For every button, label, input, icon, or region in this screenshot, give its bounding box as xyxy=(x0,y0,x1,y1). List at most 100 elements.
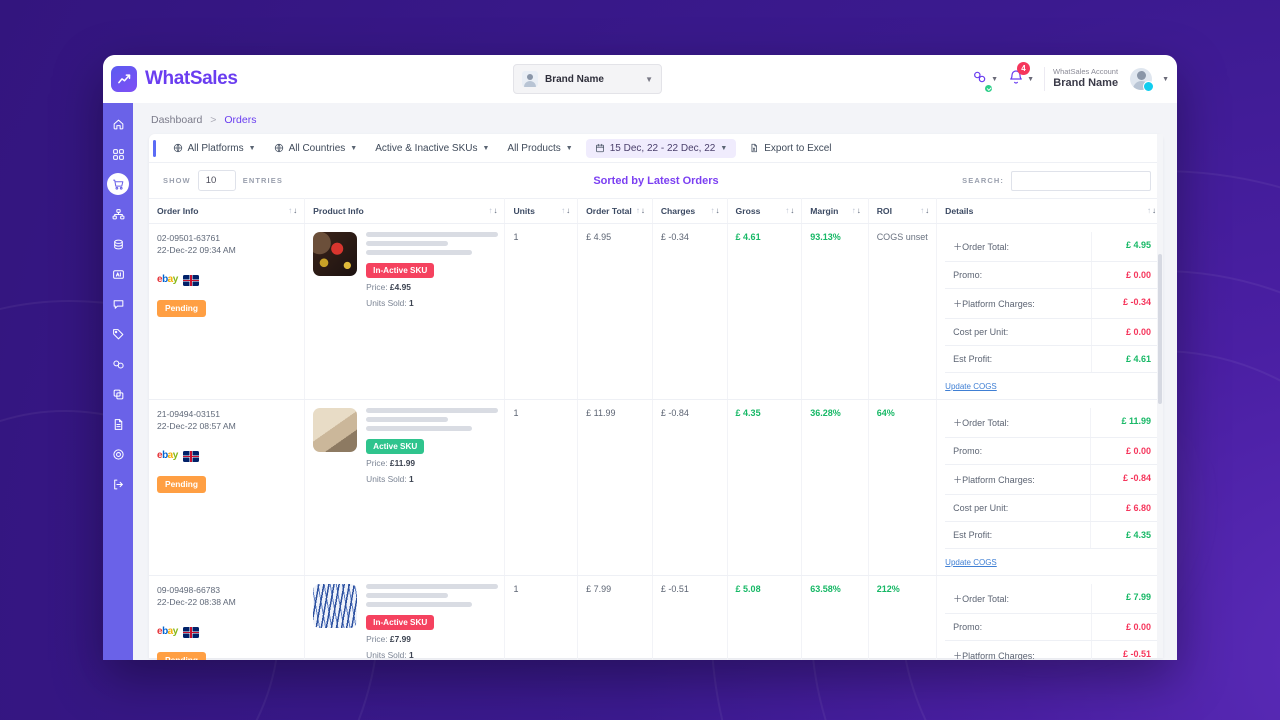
cell-roi-value: 212% xyxy=(876,584,900,594)
app-logo[interactable]: WhatSales xyxy=(103,66,325,92)
brand-selector[interactable]: Brand Name ▼ xyxy=(513,64,662,94)
breadcrumb: Dashboard > Orders xyxy=(133,103,1177,134)
product-title-placeholder xyxy=(366,593,449,598)
sidebar-item-pricing[interactable] xyxy=(107,323,129,345)
sidebar-item-orders[interactable] xyxy=(107,173,129,195)
column-header-charges[interactable]: Charges ↑↓ xyxy=(652,198,728,224)
details-value: £ 11.99 xyxy=(1090,408,1157,438)
details-label: ＋Platform Charges: xyxy=(945,640,1093,660)
uk-flag-icon xyxy=(182,274,199,286)
update-cogs-link[interactable]: Update COGS xyxy=(945,558,997,567)
cell-units-value: 1 xyxy=(513,408,519,418)
status-badge: Pending xyxy=(157,651,207,660)
sidebar-item-logout[interactable] xyxy=(107,473,129,495)
product-thumbnail[interactable] xyxy=(313,408,358,452)
settings-button[interactable]: ▼ xyxy=(972,69,999,93)
sidebar-item-dashboard-grid[interactable] xyxy=(107,143,129,165)
status-badge: Pending xyxy=(157,299,207,317)
sidebar-item-messages[interactable] xyxy=(107,293,129,315)
document-icon xyxy=(112,418,125,431)
sidebar-item-links[interactable] xyxy=(107,353,129,375)
cell-charges: £ -0.51 xyxy=(652,575,728,660)
details-row-order-total: ＋Order Total: £ 7.99 xyxy=(945,584,1157,614)
sort-toggle-icon[interactable]: ↑↓ xyxy=(288,206,298,215)
sort-toggle-icon[interactable]: ↑↓ xyxy=(488,206,498,215)
cell-gross-value: £ 5.08 xyxy=(735,584,761,594)
scrollbar-thumb[interactable] xyxy=(1158,254,1162,404)
brand-selector-label: Brand Name xyxy=(545,73,604,85)
product-price: Price: £11.99 xyxy=(366,458,416,468)
product-item[interactable]: Active SKU Price: £11.99 Units Sold: 1 xyxy=(313,408,499,485)
cell-details: ＋Order Total: £ 11.99 Promo: £ 0.00 ＋Platf… xyxy=(936,399,1163,576)
chevron-down-icon: ▼ xyxy=(991,75,999,83)
sidebar-item-finance[interactable] xyxy=(107,233,129,255)
sidebar-item-ads[interactable] xyxy=(107,263,129,285)
filter-all-countries[interactable]: All Countries ▼ xyxy=(265,139,367,158)
ebay-logo-icon: ebay xyxy=(157,626,178,638)
filter-bar: All Platforms ▼ All Countries ▼ Active & Ina… xyxy=(149,134,1163,163)
app-title: WhatSales xyxy=(145,68,238,90)
cell-roi-value: COGS unset xyxy=(876,232,928,242)
cell-order-total-value: £ 11.99 xyxy=(586,408,616,418)
product-item[interactable]: In-Active SKU Price: £4.95 Units Sold: 1 xyxy=(313,232,499,309)
column-header-margin[interactable]: Margin ↑↓ xyxy=(801,198,869,224)
app-body: Dashboard > Orders All Platforms ▼ All Cou… xyxy=(103,103,1177,660)
column-header-roi[interactable]: ROI ↑↓ xyxy=(868,198,938,224)
sort-toggle-icon[interactable]: ↑↓ xyxy=(561,206,571,215)
sidebar-item-reports[interactable] xyxy=(107,413,129,435)
account-name: Brand Name xyxy=(1053,76,1119,89)
column-header-details[interactable]: Details ↑↓ xyxy=(936,198,1163,224)
product-price: Price: £4.95 xyxy=(366,282,411,292)
update-cogs-link[interactable]: Update COGS xyxy=(945,382,997,391)
details-value: £ -0.51 xyxy=(1091,640,1157,660)
filter-active-inactive-skus[interactable]: Active & Inactive SKUs ▼ xyxy=(366,139,498,158)
sort-toggle-icon[interactable]: ↑↓ xyxy=(785,206,795,215)
product-thumbnail[interactable] xyxy=(313,584,358,628)
column-header-units[interactable]: Units ↑↓ xyxy=(504,198,579,224)
cell-margin-value: 93.13% xyxy=(810,232,841,242)
sidebar-item-home[interactable] xyxy=(107,113,129,135)
home-icon xyxy=(112,118,125,131)
cell-units-value: 1 xyxy=(513,232,519,242)
details-label: Promo: xyxy=(945,261,1093,289)
sidebar-item-network[interactable] xyxy=(107,203,129,225)
platform-country: ebay xyxy=(157,626,298,638)
status-badge: Pending xyxy=(157,475,207,493)
order-id: 09-09498-66783 xyxy=(157,585,221,595)
search-input[interactable] xyxy=(1011,170,1151,191)
product-title-placeholder xyxy=(366,408,499,413)
product-thumbnail[interactable] xyxy=(313,232,358,276)
column-header-order-total[interactable]: Order Total ↑↓ xyxy=(577,198,653,224)
filter-all-products[interactable]: All Products ▼ xyxy=(498,139,581,158)
product-item[interactable]: In-Active SKU Price: £7.99 Units Sold: 1 xyxy=(313,584,499,660)
breadcrumb-root[interactable]: Dashboard xyxy=(151,114,202,126)
cell-order-total-value: £ 7.99 xyxy=(586,584,612,594)
app-title-part1: What xyxy=(145,68,190,89)
account-menu-chevron-down-icon[interactable]: ▼ xyxy=(1162,76,1169,83)
column-header-order-info[interactable]: Order Info ↑↓ xyxy=(149,198,306,224)
details-label: ＋Order Total: xyxy=(945,408,1091,438)
filter-label: All Products xyxy=(507,142,561,154)
entries-input[interactable] xyxy=(197,170,236,191)
avatar[interactable] xyxy=(1130,68,1155,92)
filter-15-dec-22-22-dec-22[interactable]: 15 Dec, 22 - 22 Dec, 22 ▼ xyxy=(585,138,737,158)
calendar-icon xyxy=(595,143,605,153)
cell-roi-value: 64% xyxy=(876,408,895,418)
sort-toggle-icon[interactable]: ↑↓ xyxy=(1147,206,1157,215)
column-header-product-info[interactable]: Product Info ↑↓ xyxy=(304,198,506,224)
sort-toggle-icon[interactable]: ↑↓ xyxy=(711,206,721,215)
notifications-button[interactable]: 4 ▼ xyxy=(1008,61,1034,90)
sort-toggle-icon[interactable]: ↑↓ xyxy=(852,206,862,215)
table-scrollbar[interactable] xyxy=(1157,134,1163,658)
sidebar-item-repricer[interactable] xyxy=(107,383,129,405)
sort-toggle-icon[interactable]: ↑↓ xyxy=(636,206,646,215)
product-details: Active SKU Price: £11.99 Units Sold: 1 xyxy=(366,408,499,485)
column-header-gross[interactable]: Gross ↑↓ xyxy=(727,198,803,224)
sort-toggle-icon[interactable]: ↑↓ xyxy=(920,206,930,215)
column-header-label: Charges xyxy=(660,206,696,216)
details-row-platform-charges: ＋Platform Charges: £ -0.51 xyxy=(945,640,1157,660)
details-value: £ 4.61 xyxy=(1091,345,1157,373)
filter-all-platforms[interactable]: All Platforms ▼ xyxy=(164,139,265,158)
sidebar-item-targets[interactable] xyxy=(107,443,129,465)
filter-export-to-excel[interactable]: Export to Excel xyxy=(740,139,840,158)
